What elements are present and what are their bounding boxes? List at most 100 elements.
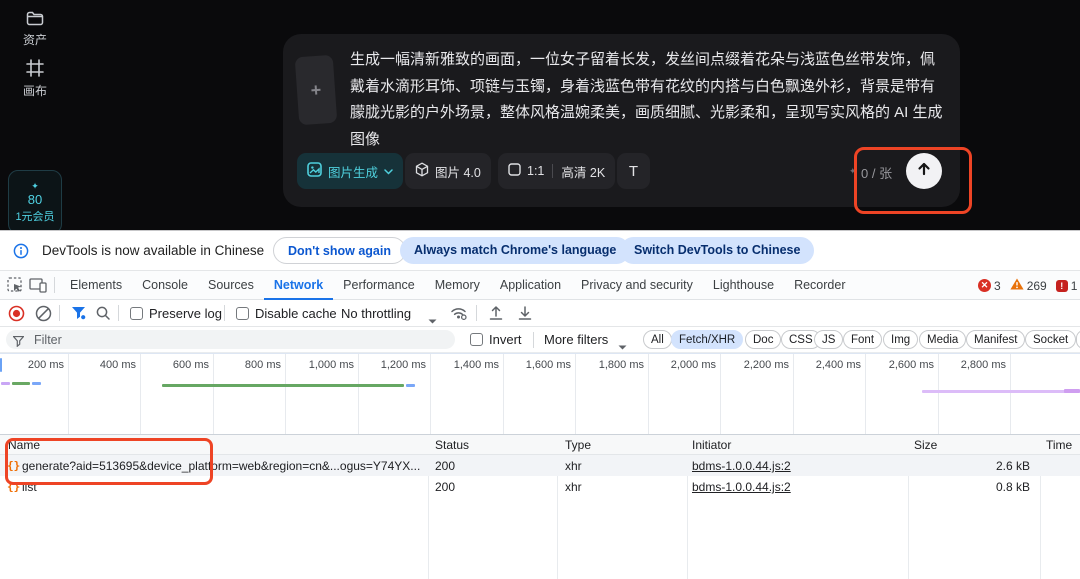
model-label: 图片 4.0: [435, 162, 481, 181]
column-header-status[interactable]: Status: [435, 438, 469, 452]
record-button[interactable]: [8, 305, 25, 327]
filter-pill-fetch-xhr[interactable]: Fetch/XHR: [671, 330, 743, 349]
column-header-time[interactable]: Time: [1046, 438, 1072, 452]
tab-network[interactable]: Network: [264, 271, 333, 300]
preserve-log-checkbox[interactable]: [130, 307, 143, 320]
filter-pill-doc[interactable]: Doc: [745, 330, 781, 349]
tab-privacy-security[interactable]: Privacy and security: [571, 271, 703, 300]
divider: [533, 332, 534, 348]
tab-lighthouse[interactable]: Lighthouse: [703, 271, 784, 300]
sidebar-item-canvas[interactable]: 画布: [7, 58, 63, 99]
filter-pill-partial[interactable]: [1076, 330, 1080, 349]
filter-pill-font[interactable]: Font: [843, 330, 882, 349]
timeline-tick: 2,600 ms: [866, 359, 934, 371]
error-count: 3: [994, 279, 1001, 293]
ratio-quality-button[interactable]: 1:1 高清 2K: [498, 153, 615, 189]
timeline-tick: 600 ms: [141, 359, 209, 371]
sidebar-item-assets[interactable]: 资产: [7, 10, 63, 48]
issues-icon: !: [1056, 280, 1068, 292]
dismiss-button[interactable]: Don't show again: [273, 237, 406, 264]
export-har-icon[interactable]: [517, 305, 533, 326]
disable-cache-checkbox[interactable]: [236, 307, 249, 320]
filter-pill-media[interactable]: Media: [919, 330, 966, 349]
disable-cache-label[interactable]: Disable cache: [255, 306, 337, 321]
request-size: 2.6 kB: [908, 459, 1030, 473]
text-tool-button[interactable]: T: [617, 153, 650, 189]
request-size: 0.8 kB: [908, 480, 1030, 494]
notification-message: DevTools is now available in Chinese: [42, 243, 264, 258]
sidebar-item-label: 画布: [7, 82, 63, 99]
filter-pill-all[interactable]: All: [643, 330, 672, 349]
folder-icon: [7, 10, 63, 27]
throttling-select[interactable]: No throttling: [341, 306, 411, 321]
member-label: 1元会员: [15, 208, 54, 224]
request-type: xhr: [565, 480, 582, 494]
issues-count: 1: [1071, 279, 1078, 293]
timeline-tick: 2,800 ms: [938, 359, 1006, 371]
issues-badge[interactable]: ! 1: [1056, 279, 1078, 293]
tab-memory[interactable]: Memory: [425, 271, 490, 300]
tab-console[interactable]: Console: [132, 271, 198, 300]
sidebar-item-label: 资产: [7, 31, 63, 48]
generate-mode-label: 图片生成: [328, 162, 378, 181]
more-filters-button[interactable]: More filters: [544, 332, 608, 347]
member-points: 80: [28, 192, 42, 207]
ratio-label: 1:1: [527, 164, 544, 178]
waterfall-bar: [162, 384, 404, 387]
divider: [476, 305, 477, 321]
screenshot-root: 资产 画布 ✦ 80 1元会员 + 生成一幅清新雅致的画面，一位女子留着长发，发…: [0, 0, 1080, 579]
match-language-button[interactable]: Always match Chrome's language: [400, 237, 630, 264]
inspect-element-icon[interactable]: [7, 277, 24, 299]
divider: [59, 305, 60, 321]
column-header-type[interactable]: Type: [565, 438, 591, 452]
tab-sources[interactable]: Sources: [198, 271, 264, 300]
filter-pill-img[interactable]: Img: [883, 330, 918, 349]
network-filter-row: Invert More filters All Fetch/XHR Doc CS…: [0, 327, 1080, 353]
warning-count: 269: [1027, 279, 1047, 293]
membership-card[interactable]: ✦ 80 1元会员: [8, 170, 62, 234]
invert-checkbox[interactable]: [470, 333, 483, 346]
filter-input[interactable]: [6, 330, 455, 349]
tab-application[interactable]: Application: [490, 271, 571, 300]
clear-button[interactable]: [35, 305, 52, 327]
request-initiator-link[interactable]: bdms-1.0.0.44.js:2: [692, 459, 791, 473]
import-har-icon[interactable]: [488, 305, 504, 326]
divider: [54, 277, 55, 293]
aspect-ratio-icon: [508, 163, 521, 179]
divider: [224, 305, 225, 321]
tab-elements[interactable]: Elements: [60, 271, 132, 300]
chevron-down-icon: [384, 164, 393, 178]
switch-chinese-button[interactable]: Switch DevTools to Chinese: [620, 237, 814, 264]
filter-pill-manifest[interactable]: Manifest: [966, 330, 1025, 349]
timeline-tick: 800 ms: [213, 359, 281, 371]
warning-badge[interactable]: 269: [1010, 278, 1047, 293]
timeline-tick: 400 ms: [68, 359, 136, 371]
filter-pill-socket[interactable]: Socket: [1025, 330, 1076, 349]
tab-recorder[interactable]: Recorder: [784, 271, 855, 300]
waterfall-bar: [922, 390, 1080, 393]
search-icon[interactable]: [95, 305, 111, 326]
column-header-size[interactable]: Size: [914, 438, 937, 452]
network-conditions-icon[interactable]: [450, 305, 468, 326]
filter-toggle-icon[interactable]: [71, 306, 87, 326]
error-badge[interactable]: ✕ 3: [978, 279, 1001, 293]
column-header-initiator[interactable]: Initiator: [692, 438, 731, 452]
invert-label[interactable]: Invert: [489, 332, 522, 347]
upload-image-card[interactable]: +: [295, 55, 338, 125]
console-badges: ✕ 3 269 ! 1: [978, 271, 1077, 300]
tab-performance[interactable]: Performance: [333, 271, 425, 300]
annotation-box-submit: [854, 147, 972, 214]
model-select-button[interactable]: 图片 4.0: [405, 153, 491, 189]
filter-pill-js[interactable]: JS: [814, 330, 843, 349]
generate-mode-button[interactable]: 图片生成: [297, 153, 403, 189]
divider: [552, 164, 553, 178]
preserve-log-label[interactable]: Preserve log: [149, 306, 222, 321]
network-overview[interactable]: 200 ms 400 ms 600 ms 800 ms 1,000 ms 1,2…: [0, 353, 1080, 435]
waterfall-bar: [1064, 389, 1080, 393]
device-toolbar-icon[interactable]: [29, 277, 48, 299]
cube-icon: [415, 162, 429, 180]
timeline-tick: 2,200 ms: [721, 359, 789, 371]
sparkle-icon: ✦: [31, 181, 39, 191]
request-initiator-link[interactable]: bdms-1.0.0.44.js:2: [692, 480, 791, 494]
prompt-text[interactable]: 生成一幅清新雅致的画面，一位女子留着长发，发丝间点缀着花朵与浅蓝色丝带发饰，佩戴…: [350, 47, 946, 153]
